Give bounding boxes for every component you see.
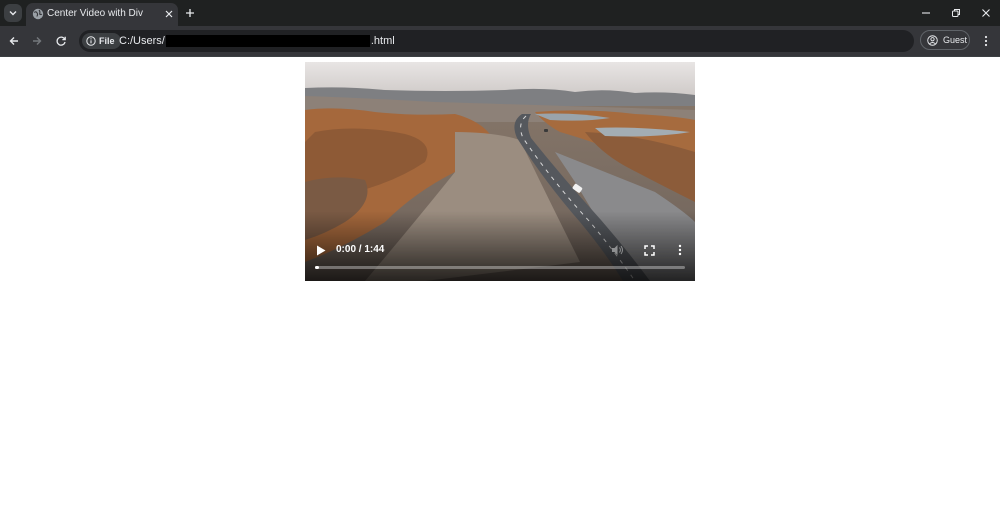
- close-icon: [165, 10, 173, 18]
- restore-icon: [952, 9, 960, 17]
- minimize-icon: [922, 12, 930, 14]
- fullscreen-icon: [643, 244, 655, 256]
- url-suffix: .html: [370, 35, 395, 47]
- arrow-right-icon: [33, 37, 42, 45]
- restore-button[interactable]: [943, 4, 969, 22]
- forward-button[interactable]: [28, 32, 46, 50]
- site-info-chip[interactable]: File: [82, 33, 121, 49]
- url-text: C:/Users/ .html: [119, 35, 395, 47]
- close-icon: [982, 9, 990, 17]
- browser-menu-button[interactable]: [978, 32, 994, 50]
- mute-button[interactable]: [610, 243, 624, 257]
- new-tab-button[interactable]: [183, 6, 197, 20]
- volume-icon: [611, 245, 623, 255]
- reload-button[interactable]: [52, 32, 70, 50]
- tab-search-button[interactable]: [4, 4, 22, 22]
- redacted-path: [165, 35, 370, 47]
- more-vertical-icon: [984, 35, 988, 47]
- info-icon: [86, 36, 96, 46]
- browser-chrome: Center Video with Div File C:/Users/ .ht…: [0, 0, 1000, 57]
- minimize-button[interactable]: [913, 4, 939, 22]
- back-button[interactable]: [5, 32, 23, 50]
- time-display: 0:00 / 1:44: [336, 244, 385, 255]
- play-button[interactable]: [314, 243, 328, 257]
- profile-button[interactable]: Guest: [920, 30, 970, 50]
- play-icon: [317, 245, 326, 255]
- more-vertical-icon: [678, 244, 682, 256]
- address-bar[interactable]: File C:/Users/ .html: [79, 30, 914, 52]
- video-options-button[interactable]: [674, 243, 686, 257]
- chevron-down-icon: [9, 11, 17, 16]
- toolbar: File C:/Users/ .html Guest: [0, 26, 1000, 56]
- profile-label: Guest: [943, 35, 968, 45]
- url-prefix: C:/Users/: [119, 35, 165, 47]
- video-player[interactable]: 0:00 / 1:44: [305, 62, 695, 281]
- tab-active[interactable]: Center Video with Div: [26, 3, 178, 26]
- tab-close-button[interactable]: [162, 7, 176, 21]
- person-circle-icon: [927, 34, 938, 46]
- tab-strip: Center Video with Div: [0, 0, 1000, 26]
- seek-bar[interactable]: [315, 266, 685, 269]
- globe-icon: [32, 8, 44, 20]
- arrow-left-icon: [9, 37, 18, 45]
- reload-icon: [56, 36, 66, 46]
- tab-title: Center Video with Div: [47, 8, 143, 19]
- close-window-button[interactable]: [973, 4, 999, 22]
- fullscreen-button[interactable]: [642, 243, 656, 257]
- seek-bar-played: [315, 266, 319, 269]
- site-info-label: File: [99, 36, 115, 46]
- video-container: 0:00 / 1:44: [305, 62, 695, 281]
- plus-icon: [186, 9, 194, 17]
